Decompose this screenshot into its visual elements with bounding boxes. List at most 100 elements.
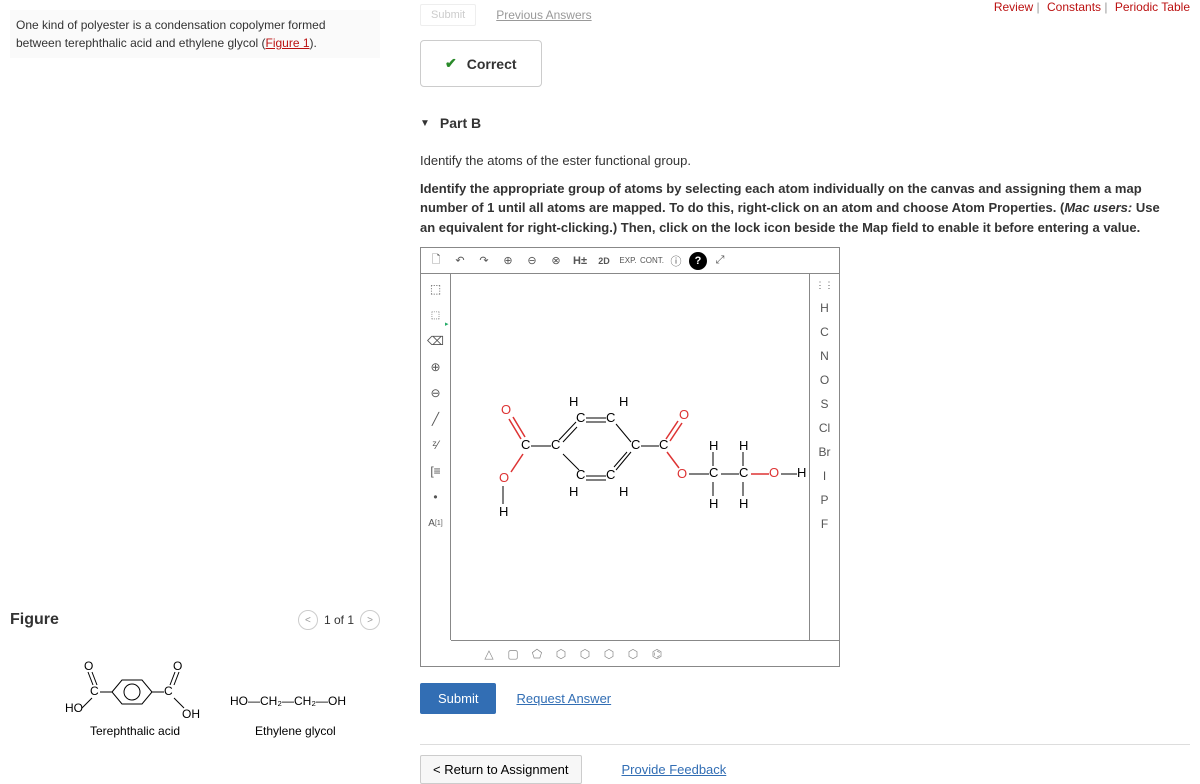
figure-section: Figure < 1 of 1 > HO C O [10,610,380,753]
label-ho: HO [65,701,83,715]
element-br[interactable]: Br [815,443,835,461]
element-n[interactable]: N [816,347,833,365]
help-icon[interactable]: ? [689,252,707,270]
return-to-assignment-button[interactable]: < Return to Assignment [420,755,582,784]
provide-feedback-link[interactable]: Provide Feedback [622,762,727,777]
label-eth-formula: HO—CH₂—CH₂—OH [230,694,346,708]
triangle-ring-icon[interactable]: △ [481,646,497,662]
caret-down-icon: ▼ [420,118,430,129]
svg-text:O: O [173,659,182,673]
svg-text:C: C [606,467,615,482]
zoom-in-icon[interactable]: ⊕ [497,250,519,272]
svg-text:O: O [769,465,779,480]
svg-text:C: C [576,410,585,425]
editor-toolbar-left: ⬚ ⬚▸ ⌫ ⊕ ⊖ ╱ ᶻ⁄ [≡ • A[1] [421,274,451,640]
info-icon[interactable]: ⓘ [665,250,687,272]
svg-text:H: H [569,484,578,499]
svg-text:H: H [709,438,718,453]
view-2d-icon[interactable]: 2D [593,250,615,272]
pentagon-ring-icon[interactable]: ⬠ [529,646,545,662]
periodic-icon[interactable]: ⋮⋮ [812,278,838,293]
svg-text:O: O [677,466,687,481]
element-h[interactable]: H [816,299,833,317]
svg-text:C: C [631,437,640,452]
label-oh: OH [182,707,200,721]
hexagon2-ring-icon[interactable]: ⬡ [577,646,593,662]
atom-map-icon[interactable]: A[1] [425,512,447,534]
svg-text:C: C [576,467,585,482]
instruction-line2: Identify the appropriate group of atoms … [420,179,1170,238]
svg-text:C: C [606,410,615,425]
svg-text:C: C [551,437,560,452]
svg-text:O: O [84,659,93,673]
exp-icon[interactable]: EXP. [617,250,639,272]
svg-text:H: H [499,504,508,519]
instruction-line1: Identify the atoms of the ester function… [420,151,1170,171]
editor-toolbar-top: 🗋 ↶ ↷ ⊕ ⊖ ⊗ H± 2D EXP. CONT. ⓘ ? ⤢ [421,248,839,274]
return-row: < Return to Assignment Provide Feedback [420,744,1190,784]
figure-image: HO C O C O OH Terephthalic acid [10,640,380,753]
right-panel: Submit Previous Answers ✔ Correct ▼ Part… [420,0,1190,784]
figure-next-button[interactable]: > [360,610,380,630]
svg-text:H: H [797,465,806,480]
element-c[interactable]: C [816,323,833,341]
eraser-tool-icon[interactable]: ⌫ [425,330,447,352]
hexagon-ring-icon[interactable]: ⬡ [553,646,569,662]
label-terephthalic: Terephthalic acid [90,724,180,738]
part-a-row: Submit Previous Answers [420,0,1190,30]
editor-canvas[interactable]: O C O H C C [451,274,809,640]
svg-text:O: O [501,402,511,417]
figure-header: Figure < 1 of 1 > [10,610,380,640]
wedge-bond-icon[interactable]: ᶻ⁄ [425,434,447,456]
editor-toolbar-bottom: △ ▢ ⬠ ⬡ ⬡ ⬡ ⬡ ⌬ [451,640,839,666]
reset-icon[interactable]: ⊗ [545,250,567,272]
element-f[interactable]: F [817,515,832,533]
radical-tool-icon[interactable]: • [425,486,447,508]
previous-answers-link[interactable]: Previous Answers [496,8,591,22]
intro-text-b: ). [310,36,317,50]
editor-toolbar-right: ⋮⋮ H C N O S Cl Br I P F [809,274,839,640]
element-o[interactable]: O [816,371,833,389]
element-p[interactable]: P [816,491,832,509]
element-cl[interactable]: Cl [815,419,834,437]
left-panel: One kind of polyester is a condensation … [10,10,380,58]
undo-icon[interactable]: ↶ [449,250,471,272]
chain-tool-icon[interactable]: [≡ [425,460,447,482]
intro-text: One kind of polyester is a condensation … [10,10,380,58]
hexagon3-ring-icon[interactable]: ⬡ [601,646,617,662]
submit-button[interactable]: Submit [420,683,496,714]
charge-minus-icon[interactable]: ⊖ [425,382,447,404]
part-b-instructions: Identify the atoms of the ester function… [420,151,1170,247]
zoom-out-icon[interactable]: ⊖ [521,250,543,272]
marquee-tool-icon[interactable]: ⬚ [425,278,447,300]
figure-counter: 1 of 1 [324,613,354,627]
hexagon4-ring-icon[interactable]: ⬡ [625,646,641,662]
redo-icon[interactable]: ↷ [473,250,495,272]
check-icon: ✔ [445,55,457,72]
lasso-tool-icon[interactable]: ⬚▸ [425,304,447,326]
svg-text:C: C [90,684,99,698]
expand-icon[interactable]: ⤢ [709,250,731,272]
figure-nav: < 1 of 1 > [298,610,380,630]
benzene-ring-icon[interactable]: ⌬ [649,646,665,662]
new-icon[interactable]: 🗋 [425,250,447,272]
element-s[interactable]: S [816,395,832,413]
svg-text:H: H [619,484,628,499]
figure-title: Figure [10,611,59,629]
request-answer-link[interactable]: Request Answer [516,691,611,706]
element-i[interactable]: I [819,467,830,485]
single-bond-icon[interactable]: ╱ [425,408,447,430]
svg-text:H: H [569,394,578,409]
correct-feedback: ✔ Correct [420,40,542,87]
svg-text:H: H [739,438,748,453]
figure-link[interactable]: Figure 1 [266,36,310,50]
label-ethylene: Ethylene glycol [255,724,336,738]
part-b-header[interactable]: ▼ Part B [420,107,1190,151]
chemical-editor[interactable]: 🗋 ↶ ↷ ⊕ ⊖ ⊗ H± 2D EXP. CONT. ⓘ ? ⤢ ⬚ ⬚▸ … [420,247,840,667]
svg-text:C: C [521,437,530,452]
figure-prev-button[interactable]: < [298,610,318,630]
cont-icon[interactable]: CONT. [641,250,663,272]
charge-plus-icon[interactable]: ⊕ [425,356,447,378]
square-ring-icon[interactable]: ▢ [505,646,521,662]
h-toggle-icon[interactable]: H± [569,250,591,272]
